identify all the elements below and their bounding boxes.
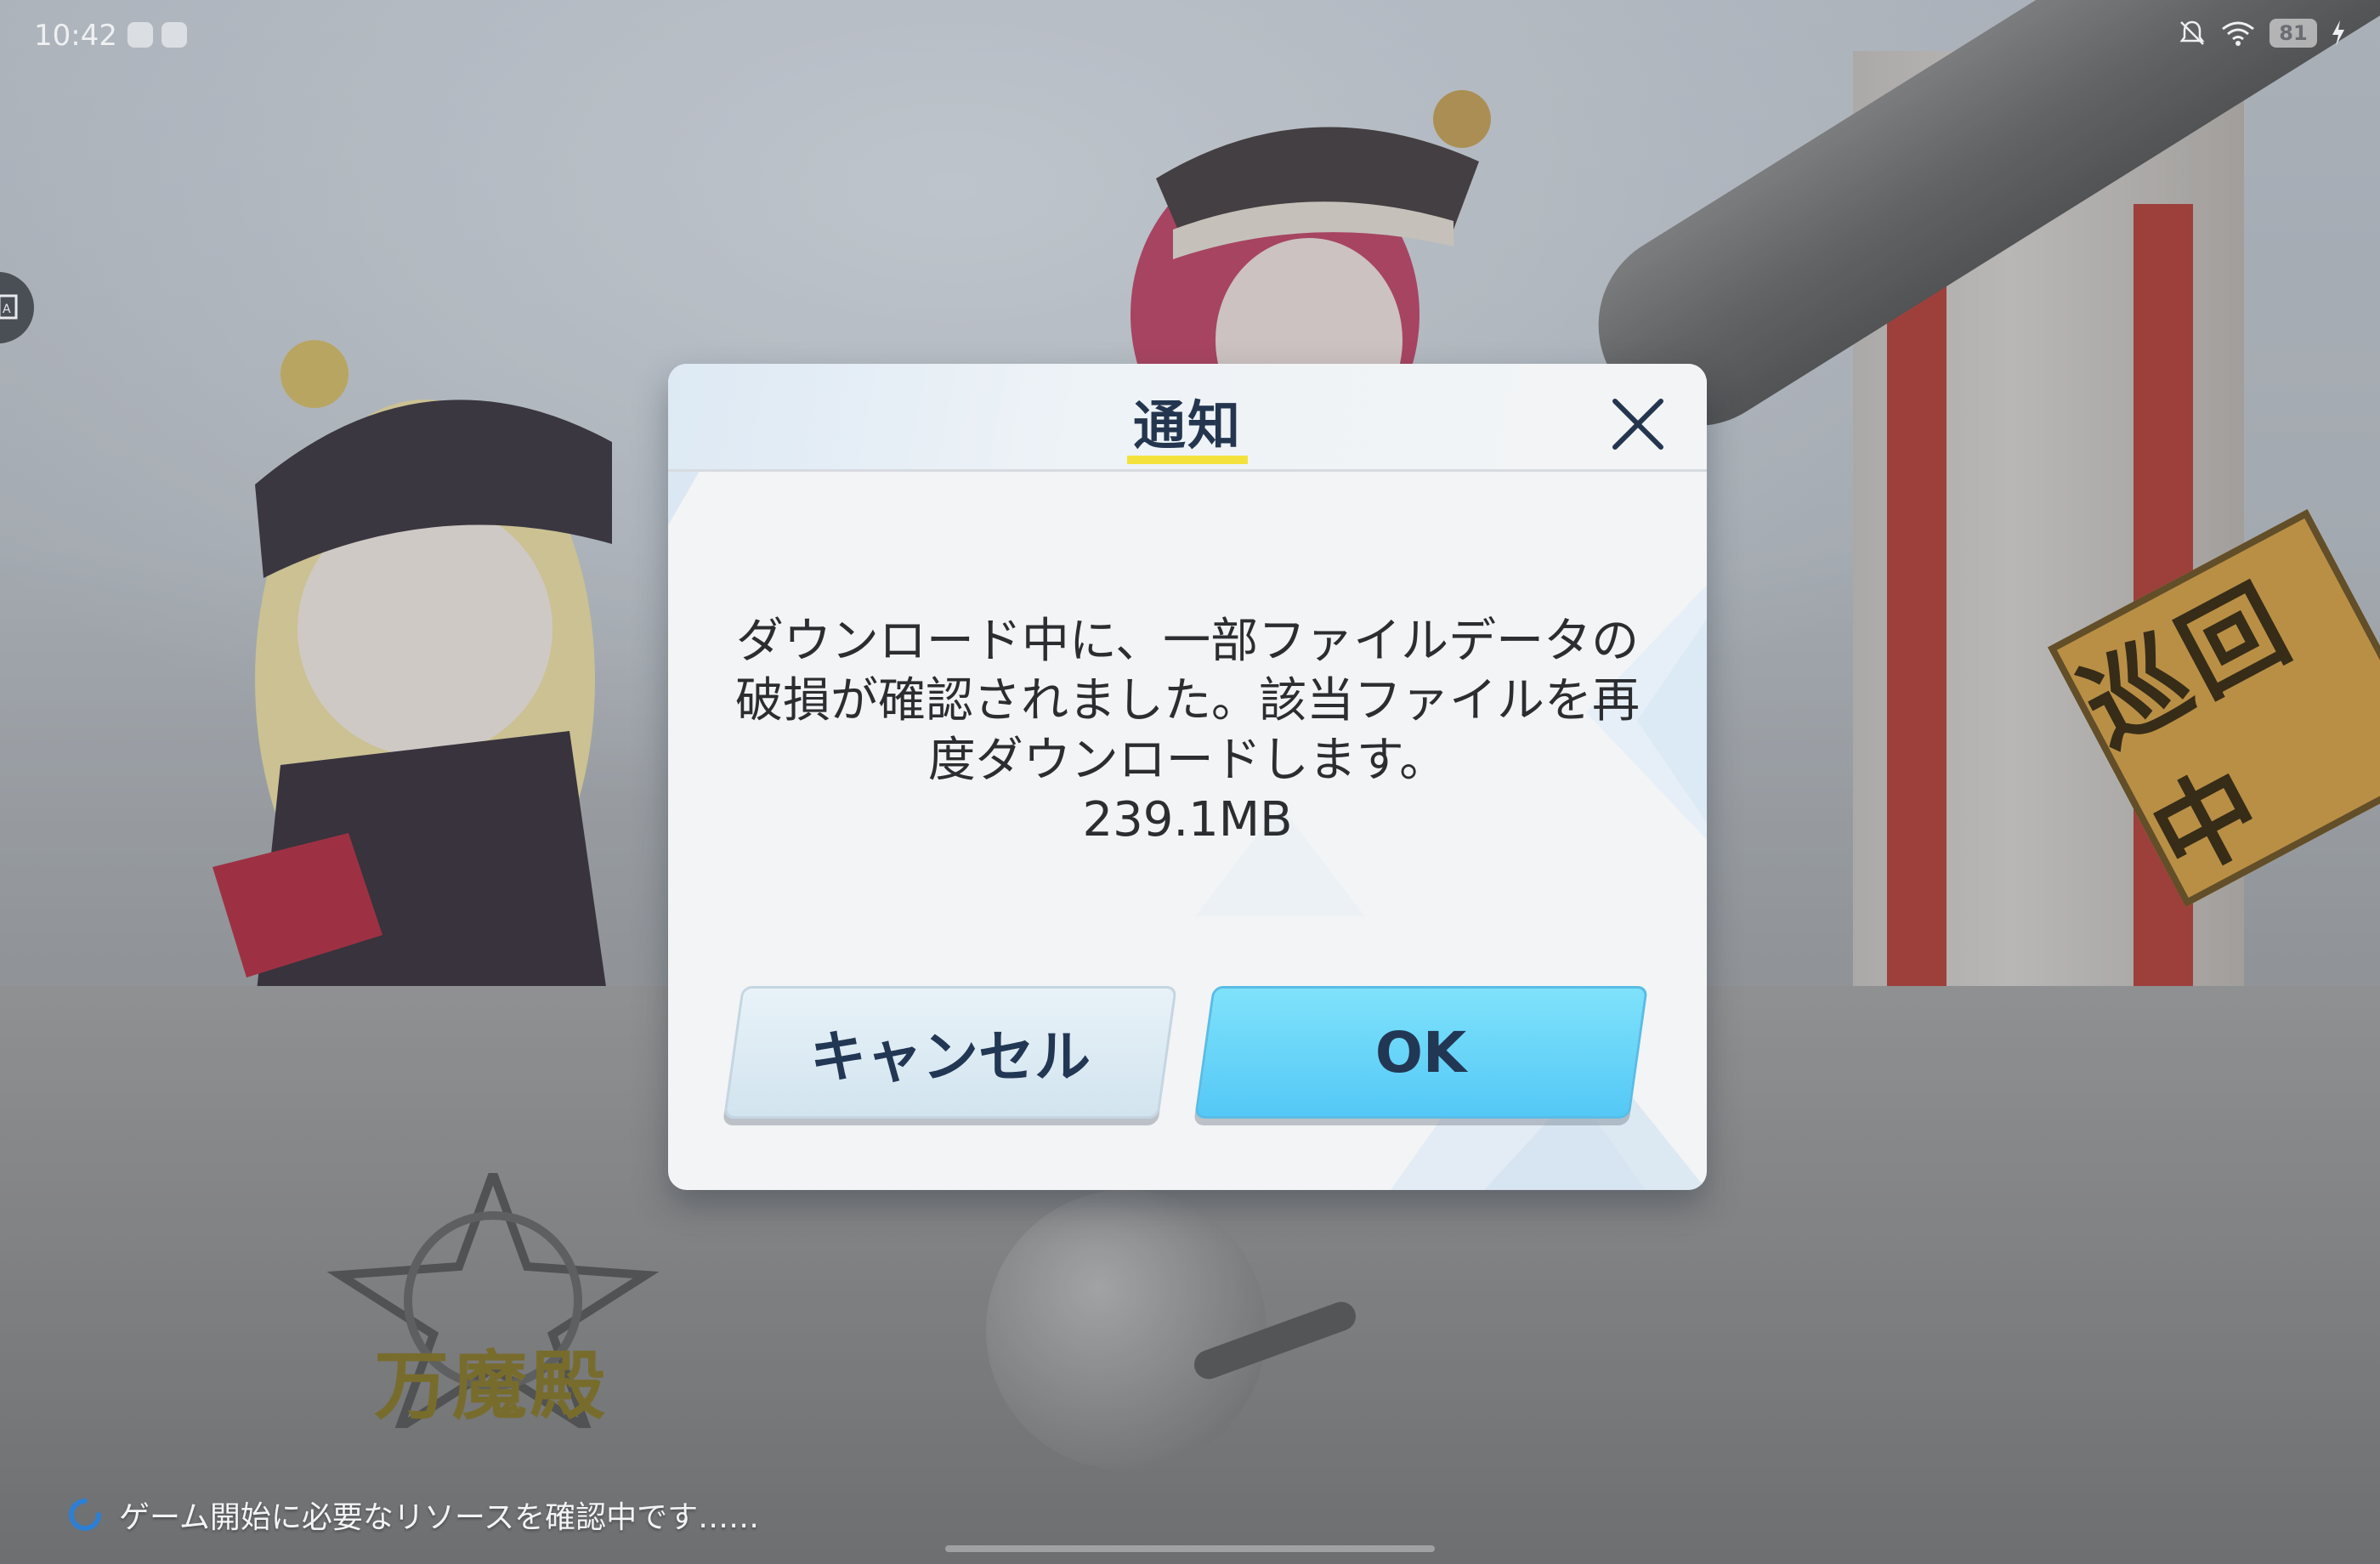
charging-bolt-icon (2332, 20, 2344, 46)
status-notification-icons (128, 22, 187, 48)
ok-button-label: OK (1375, 1019, 1467, 1085)
message-line: 破損が確認されました。該当ファイルを再 (735, 673, 1640, 728)
loading-status: ゲーム開始に必要なリソースを確認中です…… (66, 1493, 759, 1537)
svg-text:A: A (3, 303, 11, 316)
notification-dialog: 通知 ダウンロード中に、一部ファイルデータの 破損が確認されました。該当ファイル… (668, 364, 1707, 1190)
message-line: 度ダウンロードします。 (927, 733, 1448, 788)
cancel-button[interactable]: キャンセル (723, 986, 1177, 1119)
download-size: 239.1MB (1082, 792, 1293, 847)
close-button[interactable] (1608, 394, 1668, 454)
loading-text: ゲーム開始に必要なリソースを確認中です…… (119, 1500, 760, 1535)
app-notification-icon (128, 22, 153, 48)
message-line: ダウンロード中に、一部ファイルデータの (735, 614, 1640, 669)
cancel-button-label: キャンセル (810, 1024, 1091, 1090)
ok-button[interactable]: OK (1194, 986, 1648, 1119)
wifi-icon (2222, 21, 2254, 46)
close-icon (1612, 399, 1663, 450)
translate-icon: A (0, 294, 18, 320)
battery-indicator: 81 (2270, 19, 2317, 48)
title-underline (1127, 456, 1248, 464)
app-notification-icon (162, 22, 187, 48)
loading-spinner-icon (69, 1499, 101, 1531)
home-indicator-bar[interactable] (945, 1545, 1435, 1552)
mute-bell-icon (2179, 20, 2205, 45)
status-right-cluster: 81 (2178, 19, 2346, 48)
dialog-message: ダウンロード中に、一部ファイルデータの 破損が確認されました。該当ファイルを再 … (719, 612, 1656, 850)
status-time: 10:42 (34, 19, 117, 53)
dialog-title: 通知 (1132, 394, 1242, 456)
game-screen: 巡回中 万魔殿 10:42 81 A 通知 ダウンロード中に、一部ファイルデータ… (0, 0, 2380, 1564)
